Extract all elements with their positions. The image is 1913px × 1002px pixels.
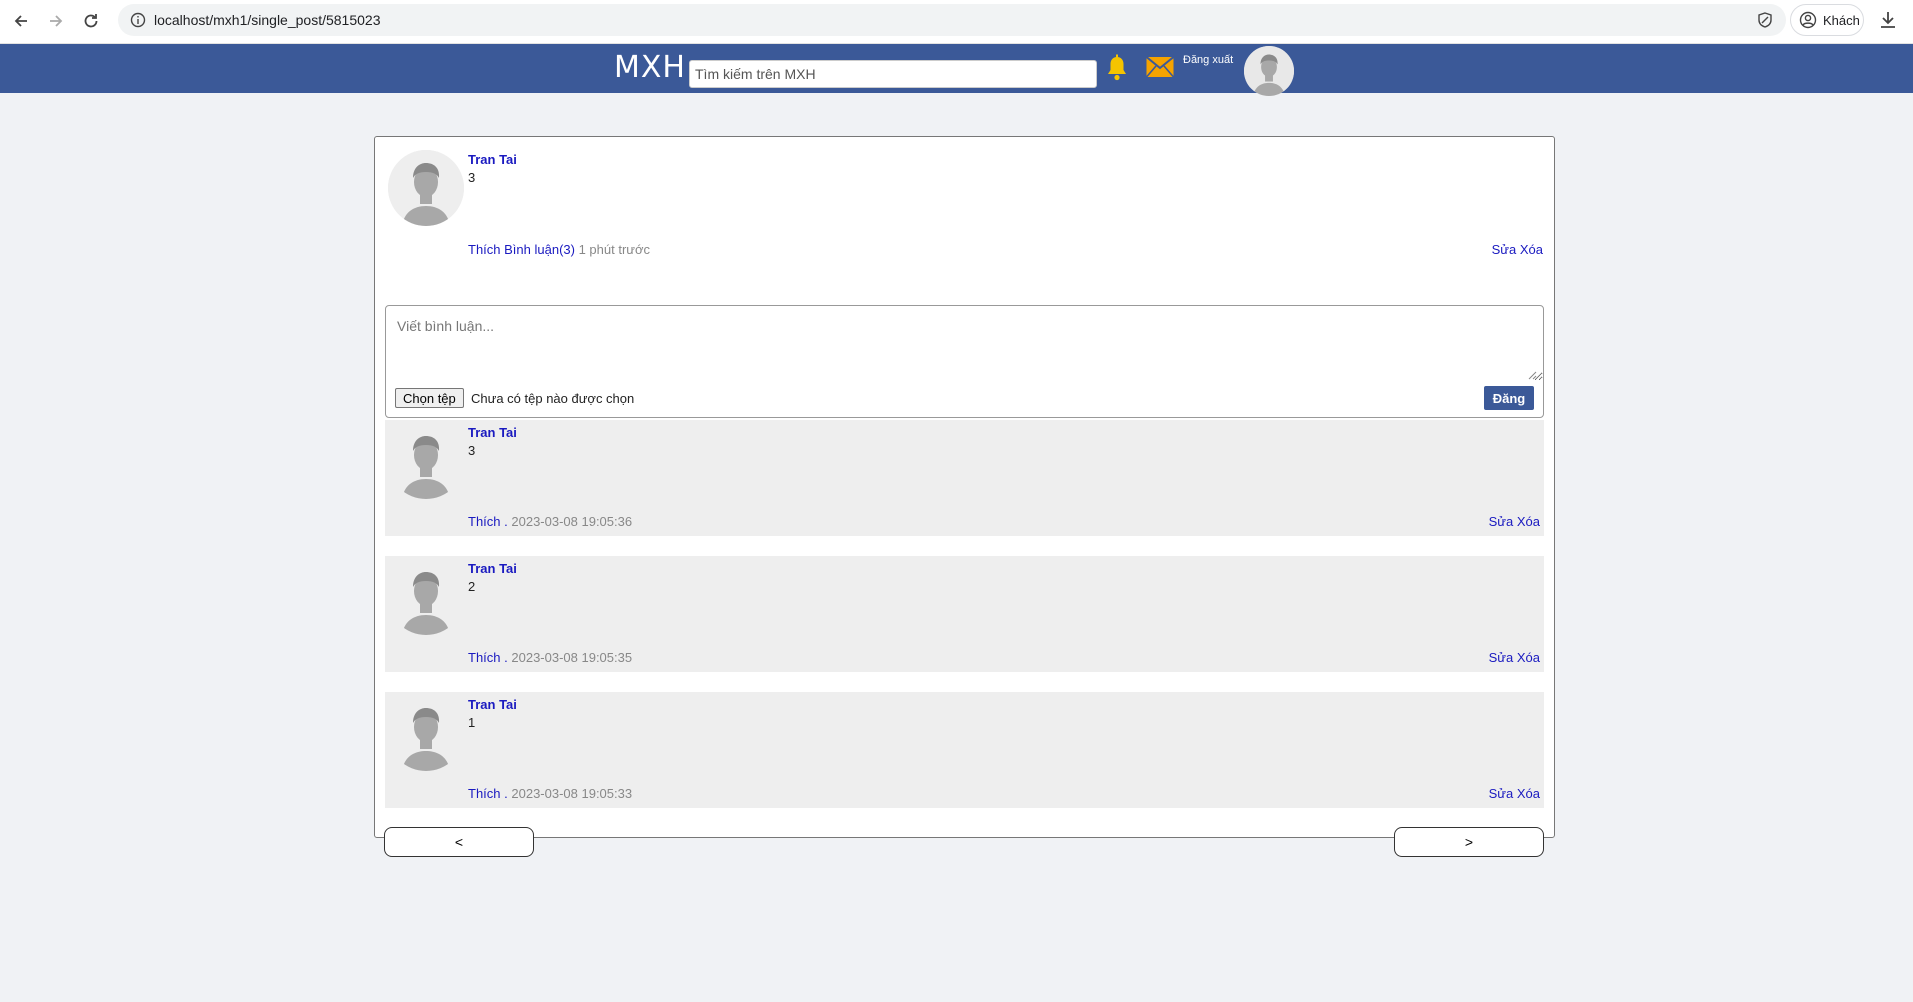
comment-textarea[interactable] (386, 306, 1543, 381)
comment-meta: Thích . 2023-03-08 19:05:35 (468, 650, 632, 665)
info-icon[interactable] (130, 12, 146, 28)
post-meta: Thích Bình luận(3) 1 phút trước (468, 242, 650, 257)
post-actions: Sửa Xóa (1492, 242, 1543, 257)
comment-item: Tran Tai 2 Thích . 2023-03-08 19:05:35 S… (385, 556, 1544, 672)
comment-content: 2 (468, 579, 476, 594)
comment-meta: Thích . 2023-03-08 19:05:33 (468, 786, 632, 801)
choose-file-button[interactable]: Chọn tệp (395, 388, 464, 408)
avatar[interactable] (388, 695, 464, 771)
comment-actions: Sửa Xóa (1489, 650, 1540, 665)
like-link[interactable]: Thích (468, 650, 501, 665)
back-icon[interactable] (8, 8, 34, 34)
comment-count-link[interactable]: Bình luận(3) (504, 242, 575, 257)
like-link[interactable]: Thích (468, 514, 501, 529)
comment-item: Tran Tai 3 Thích . 2023-03-08 19:05:36 S… (385, 420, 1544, 536)
edit-link[interactable]: Sửa (1489, 786, 1514, 801)
edit-link[interactable]: Sửa (1489, 514, 1514, 529)
like-link[interactable]: Thích (468, 786, 501, 801)
edit-link[interactable]: Sửa (1492, 242, 1517, 257)
bell-icon[interactable] (1106, 54, 1128, 82)
delete-link[interactable]: Xóa (1520, 242, 1543, 257)
search-input[interactable] (689, 60, 1097, 88)
file-status: Chưa có tệp nào được chọn (471, 391, 635, 406)
submit-comment-button[interactable]: Đăng (1484, 386, 1534, 410)
avatar[interactable] (388, 150, 464, 226)
comment-form: Chọn tệp Chưa có tệp nào được chọn Đăng (385, 305, 1544, 418)
forward-icon[interactable] (43, 8, 69, 34)
avatar[interactable] (1244, 46, 1294, 96)
separator: . (500, 514, 508, 529)
comment-item: Tran Tai 1 Thích . 2023-03-08 19:05:33 S… (385, 692, 1544, 808)
comment-timestamp: 2023-03-08 19:05:35 (511, 650, 633, 665)
comment-actions: Sửa Xóa (1489, 514, 1540, 529)
delete-link[interactable]: Xóa (1517, 514, 1540, 529)
comment-timestamp: 2023-03-08 19:05:36 (511, 514, 633, 529)
resize-handle-icon[interactable] (1527, 370, 1537, 380)
like-link[interactable]: Thích (468, 242, 501, 257)
separator: . (500, 650, 508, 665)
comment-author-link[interactable]: Tran Tai (468, 425, 517, 440)
avatar[interactable] (388, 559, 464, 635)
comment-author-link[interactable]: Tran Tai (468, 561, 517, 576)
comment-author-link[interactable]: Tran Tai (468, 697, 517, 712)
comment-content: 1 (468, 715, 476, 730)
mail-icon[interactable] (1146, 56, 1174, 78)
post-content: 3 (468, 170, 476, 185)
delete-link[interactable]: Xóa (1517, 786, 1540, 801)
separator: . (500, 786, 508, 801)
reload-icon[interactable] (78, 8, 104, 34)
brand-logo[interactable]: MXH (614, 50, 686, 85)
url-text: localhost/mxh1/single_post/5815023 (154, 12, 381, 28)
user-circle-icon (1799, 11, 1817, 29)
delete-link[interactable]: Xóa (1517, 650, 1540, 665)
profile-button[interactable]: Khách (1790, 4, 1864, 36)
download-icon[interactable] (1876, 8, 1900, 32)
post-card: Tran Tai 3 Thích Bình luận(3) 1 phút trư… (374, 136, 1555, 857)
browser-toolbar: localhost/mxh1/single_post/5815023 Khách (0, 0, 1913, 44)
comment-meta: Thích . 2023-03-08 19:05:36 (468, 514, 632, 529)
avatar[interactable] (388, 423, 464, 499)
comment-timestamp: 2023-03-08 19:05:33 (511, 786, 633, 801)
shield-icon[interactable] (1756, 11, 1774, 29)
comment-content: 3 (468, 443, 476, 458)
comment-actions: Sửa Xóa (1489, 786, 1540, 801)
prev-page-button[interactable]: < (384, 827, 534, 857)
profile-label: Khách (1823, 12, 1860, 28)
next-page-button[interactable]: > (1394, 827, 1544, 857)
logout-link[interactable]: Đăng xuất (1183, 54, 1233, 66)
post-author-link[interactable]: Tran Tai (468, 152, 517, 167)
edit-link[interactable]: Sửa (1489, 650, 1514, 665)
address-bar[interactable]: localhost/mxh1/single_post/5815023 (118, 4, 1786, 36)
app-header: MXH Đăng xuất (0, 44, 1913, 96)
post-time: 1 phút trước (578, 242, 651, 257)
